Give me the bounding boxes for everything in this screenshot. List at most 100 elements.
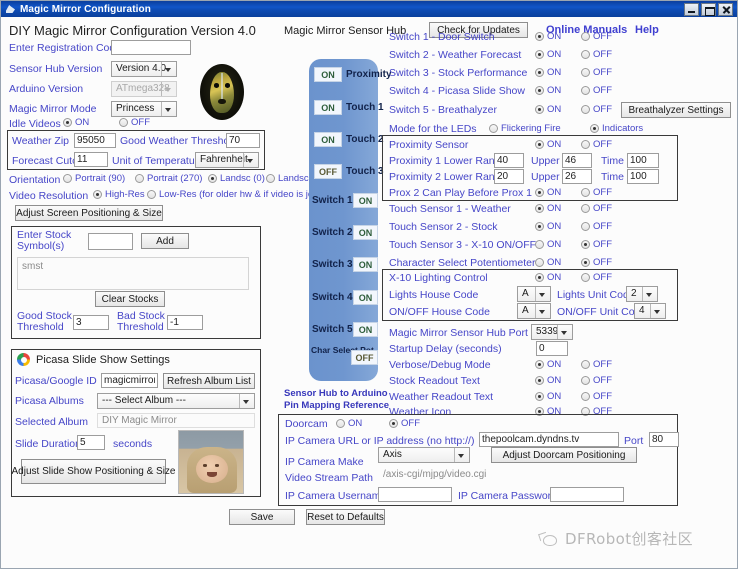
switch-5-on-radio[interactable]: ON bbox=[535, 104, 561, 115]
weather-readout-on-radio[interactable]: ON bbox=[535, 391, 561, 402]
touch-sensor-2-off-radio[interactable]: OFF bbox=[581, 221, 612, 232]
led-mode-flickering-fire-radio[interactable]: Flickering Fire bbox=[489, 123, 561, 134]
hub-pin-touch2-state[interactable]: ON bbox=[314, 132, 342, 147]
off-label: OFF bbox=[593, 67, 612, 78]
hub-pin-switch3-state[interactable]: ON bbox=[353, 257, 378, 272]
orientation-portrait-270-radio[interactable]: Portrait (270) bbox=[135, 173, 202, 184]
idle-videos-off-radio[interactable]: OFF bbox=[119, 117, 150, 128]
switch-5-off-radio[interactable]: OFF bbox=[581, 104, 612, 115]
proximity-2-lower-input[interactable] bbox=[494, 169, 524, 184]
stock-readout-off-radio[interactable]: OFF bbox=[581, 375, 612, 386]
proximity-sensor-label: Proximity Sensor bbox=[389, 139, 469, 151]
clear-stocks-button[interactable]: Clear Stocks bbox=[95, 291, 165, 307]
stock-symbol-input[interactable] bbox=[88, 233, 133, 250]
magic-mirror-mode-select[interactable]: Princess bbox=[111, 101, 177, 117]
stock-list[interactable]: smst bbox=[17, 257, 249, 290]
good-stock-threshold-input[interactable] bbox=[73, 315, 109, 330]
switch-1-off-radio[interactable]: OFF bbox=[581, 31, 612, 42]
switch-2-off-radio[interactable]: OFF bbox=[581, 49, 612, 60]
idle-videos-on-radio[interactable]: ON bbox=[63, 117, 89, 128]
touch-sensor-3-on-radio[interactable]: ON bbox=[535, 239, 561, 250]
verbose-debug-on-radio[interactable]: ON bbox=[535, 359, 561, 370]
maximize-button[interactable] bbox=[701, 2, 716, 16]
pin-mapping-reference-link[interactable]: Sensor Hub to Arduino Pin Mapping Refere… bbox=[284, 388, 389, 412]
radio-circle-icon bbox=[581, 376, 590, 385]
lights-unit-code-select[interactable]: 2 bbox=[626, 286, 658, 302]
doorcam-port-input[interactable] bbox=[649, 432, 679, 447]
radio-circle-icon bbox=[266, 174, 275, 183]
adjust-doorcam-positioning-button[interactable]: Adjust Doorcam Positioning bbox=[491, 447, 637, 463]
switch-3-on-radio[interactable]: ON bbox=[535, 67, 561, 78]
verbose-debug-off-radio[interactable]: OFF bbox=[581, 359, 612, 370]
forecast-cutoff-input[interactable] bbox=[74, 152, 108, 167]
hub-pin-proximity-state[interactable]: ON bbox=[314, 67, 342, 82]
hub-pin-switch5-state[interactable]: ON bbox=[353, 322, 378, 337]
video-resolution-high-radio[interactable]: High-Res bbox=[93, 189, 145, 200]
refresh-album-list-button[interactable]: Refresh Album List bbox=[163, 373, 255, 389]
bad-stock-threshold-input[interactable] bbox=[167, 315, 203, 330]
lights-house-code-select[interactable]: A bbox=[517, 286, 551, 302]
proximity-sensor-on-radio[interactable]: ON bbox=[535, 139, 561, 150]
slide-duration-input[interactable] bbox=[77, 435, 105, 450]
x10-lighting-on-radio[interactable]: ON bbox=[535, 272, 561, 283]
led-mode-indicators-radio[interactable]: Indicators bbox=[590, 123, 643, 134]
onoff-house-code-select[interactable]: A bbox=[517, 303, 551, 319]
x10-lighting-off-radio[interactable]: OFF bbox=[581, 272, 612, 283]
proximity-1-upper-input[interactable] bbox=[562, 153, 592, 168]
switch-4-on-radio[interactable]: ON bbox=[535, 85, 561, 96]
proximity-sensor-off-radio[interactable]: OFF bbox=[581, 139, 612, 150]
touch-sensor-1-off-radio[interactable]: OFF bbox=[581, 203, 612, 214]
breathalyzer-settings-button[interactable]: Breathalyzer Settings bbox=[621, 102, 731, 118]
doorcam-on-radio[interactable]: ON bbox=[336, 418, 362, 429]
picasa-albums-select[interactable]: --- Select Album --- bbox=[97, 393, 255, 409]
proximity-1-time-input[interactable] bbox=[627, 153, 659, 168]
orientation-portrait-90-radio[interactable]: Portrait (90) bbox=[63, 173, 125, 184]
character-select-pot-on-radio[interactable]: ON bbox=[535, 257, 561, 268]
switch-2-on-radio[interactable]: ON bbox=[535, 49, 561, 60]
ip-camera-password-input[interactable] bbox=[550, 487, 624, 502]
doorcam-off-radio[interactable]: OFF bbox=[389, 418, 420, 429]
ip-camera-make-select[interactable]: Axis bbox=[378, 447, 470, 463]
adjust-slide-show-button[interactable]: Adjust Slide Show Positioning & Size bbox=[12, 459, 176, 484]
onoff-unit-code-select[interactable]: 4 bbox=[634, 303, 666, 319]
close-icon[interactable] bbox=[718, 2, 733, 16]
character-select-pot-off-radio[interactable]: OFF bbox=[581, 257, 612, 268]
hub-pin-switch2-state[interactable]: ON bbox=[353, 225, 378, 240]
prox2-before-prox1-off-radio[interactable]: OFF bbox=[581, 187, 612, 198]
proximity-2-time-input[interactable] bbox=[627, 169, 659, 184]
touch-sensor-1-on-radio[interactable]: ON bbox=[535, 203, 561, 214]
sensor-hub-version-select[interactable]: Version 4.0 bbox=[111, 61, 177, 77]
proximity-2-upper-input[interactable] bbox=[562, 169, 592, 184]
registration-input[interactable] bbox=[111, 40, 191, 55]
stock-readout-on-radio[interactable]: ON bbox=[535, 375, 561, 386]
reset-to-defaults-button[interactable]: Reset to Defaults bbox=[306, 509, 385, 525]
video-resolution-low-radio[interactable]: Low-Res (for older hw & if video is jerk… bbox=[147, 189, 329, 200]
picasa-id-input[interactable] bbox=[101, 373, 158, 388]
adjust-screen-positioning-button[interactable]: Adjust Screen Positioning & Size bbox=[15, 205, 163, 221]
ip-camera-username-input[interactable] bbox=[378, 487, 452, 502]
minimize-button[interactable] bbox=[684, 2, 699, 16]
startup-delay-input[interactable] bbox=[536, 341, 568, 356]
unit-of-temperature-select[interactable]: Fahrenheit bbox=[195, 152, 259, 168]
prox2-before-prox1-on-radio[interactable]: ON bbox=[535, 187, 561, 198]
save-button[interactable]: Save bbox=[229, 509, 295, 525]
orientation-landscape-0-radio[interactable]: Landsc (0) bbox=[208, 173, 265, 184]
weather-zip-input[interactable] bbox=[74, 133, 116, 148]
weather-readout-off-radio[interactable]: OFF bbox=[581, 391, 612, 402]
add-stock-button[interactable]: Add bbox=[141, 233, 189, 249]
sensor-hub-port-select[interactable]: 5339 bbox=[531, 324, 573, 340]
hub-pin-switch4-state[interactable]: ON bbox=[353, 290, 378, 305]
hub-pin-touch1-state[interactable]: ON bbox=[314, 100, 342, 115]
ip-camera-url-input[interactable] bbox=[479, 432, 619, 447]
hub-pin-touch3-state[interactable]: OFF bbox=[314, 164, 342, 179]
switch-3-off-radio[interactable]: OFF bbox=[581, 67, 612, 78]
switch-1-on-radio[interactable]: ON bbox=[535, 31, 561, 42]
good-weather-threshold-input[interactable] bbox=[226, 133, 260, 148]
touch-sensor-2-on-radio[interactable]: ON bbox=[535, 221, 561, 232]
hub-pin-char-select-state[interactable]: OFF bbox=[351, 350, 378, 365]
proximity-1-lower-input[interactable] bbox=[494, 153, 524, 168]
touch-sensor-3-off-radio[interactable]: OFF bbox=[581, 239, 612, 250]
hub-pin-switch1-state[interactable]: ON bbox=[353, 193, 378, 208]
help-link[interactable]: Help bbox=[635, 24, 659, 36]
switch-4-off-radio[interactable]: OFF bbox=[581, 85, 612, 96]
